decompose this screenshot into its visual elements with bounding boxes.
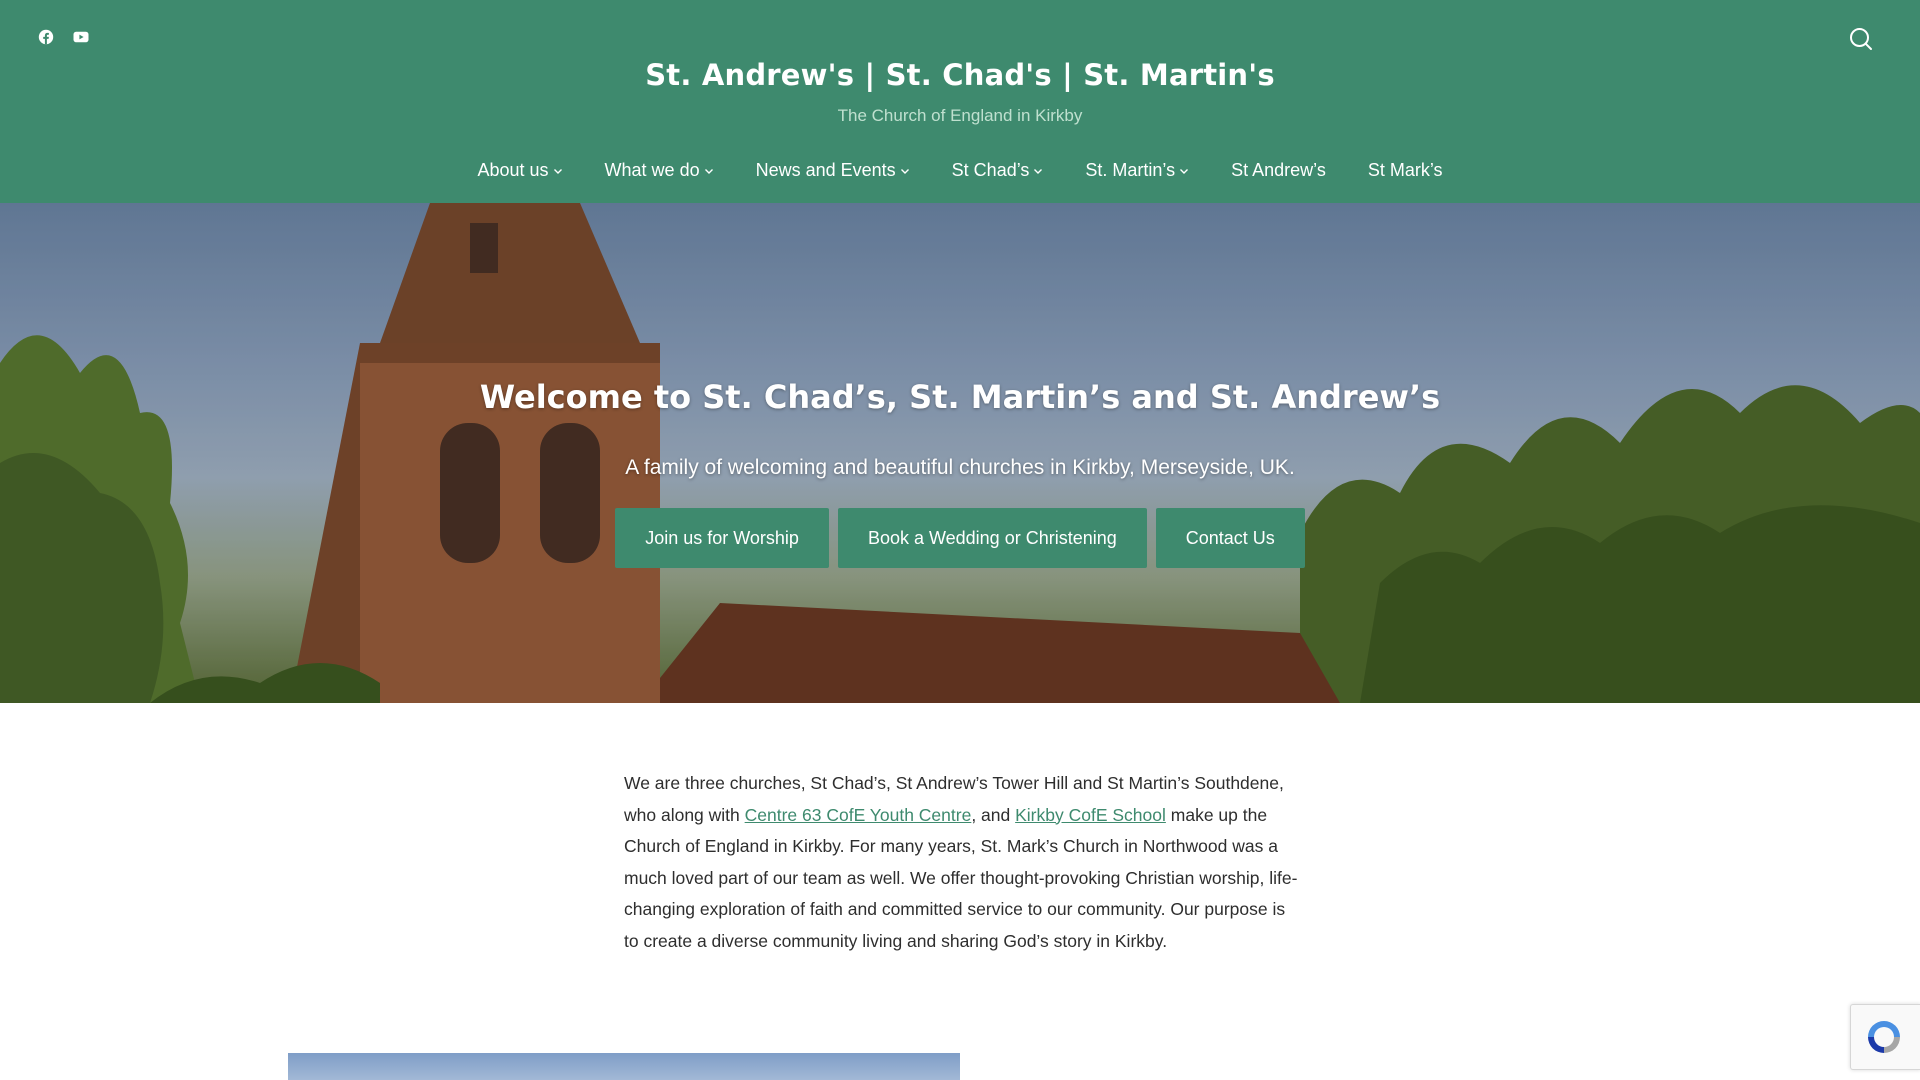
- nav-item-label: St Mark’s: [1367, 160, 1443, 180]
- search-button[interactable]: [1848, 26, 1874, 52]
- chevron-down-icon: [704, 168, 713, 174]
- intro-paragraph: We are three churches, St Chad’s, St And…: [624, 768, 1300, 958]
- nav-item-label: About us: [477, 160, 549, 180]
- facebook-icon[interactable]: [38, 29, 54, 45]
- contact-us-button[interactable]: Contact Us: [1155, 508, 1305, 568]
- hero-overlay: [0, 203, 1920, 703]
- site-title[interactable]: St. Andrew's | St. Chad's | St. Martin's: [0, 58, 1920, 92]
- site-header: St. Andrew's | St. Chad's | St. Martin's…: [0, 0, 1920, 203]
- hero-title: Welcome to St. Chad’s, St. Martin’s and …: [479, 378, 1441, 416]
- nav-item-st-chads[interactable]: St Chad’s: [931, 160, 1065, 181]
- youtube-icon[interactable]: [73, 29, 89, 45]
- social-links: [38, 29, 89, 45]
- chevron-down-icon: [900, 168, 909, 174]
- site-tagline: The Church of England in Kirkby: [837, 106, 1083, 125]
- nav-item-label: St Andrew’s: [1231, 160, 1326, 180]
- nav-item-what-we-do[interactable]: What we do: [584, 160, 735, 181]
- chevron-down-icon: [1034, 168, 1043, 174]
- centre-63-link[interactable]: Centre 63 CofE Youth Centre: [745, 805, 972, 825]
- kirkby-school-link[interactable]: Kirkby CofE School: [1015, 805, 1166, 825]
- nav-item-about-us[interactable]: About us: [456, 160, 583, 181]
- recaptcha-badge[interactable]: [1850, 1004, 1920, 1070]
- chevron-down-icon: [1180, 168, 1189, 174]
- search-icon: [1850, 28, 1872, 50]
- hero-button-group: Join us for Worship Book a Wedding or Ch…: [0, 508, 1920, 568]
- nav-item-label: News and Events: [755, 160, 896, 180]
- intro-text: make up the Church of England in Kirkby.…: [624, 804, 1298, 951]
- nav-item-news-and-events[interactable]: News and Events: [735, 160, 931, 181]
- join-worship-button[interactable]: Join us for Worship: [615, 508, 829, 568]
- nav-item-label: St. Martin’s: [1085, 160, 1176, 180]
- main-navigation: About us What we do News and Events St C…: [0, 160, 1920, 181]
- chevron-down-icon: [553, 168, 562, 174]
- book-wedding-christening-button[interactable]: Book a Wedding or Christening: [837, 508, 1147, 568]
- nav-item-st-martins[interactable]: St. Martin’s: [1064, 160, 1210, 181]
- nav-item-label: St Chad’s: [951, 160, 1030, 180]
- nav-item-st-marks[interactable]: St Mark’s: [1347, 160, 1464, 181]
- content-image: [288, 1053, 960, 1080]
- nav-item-st-andrews[interactable]: St Andrew’s: [1210, 160, 1347, 181]
- hero-subtitle: A family of welcoming and beautiful chur…: [625, 456, 1295, 479]
- hero-banner: Welcome to St. Chad’s, St. Martin’s and …: [0, 203, 1920, 703]
- nav-item-label: What we do: [604, 160, 700, 180]
- recaptcha-icon: [1868, 1021, 1900, 1053]
- intro-text: , and: [971, 804, 1016, 825]
